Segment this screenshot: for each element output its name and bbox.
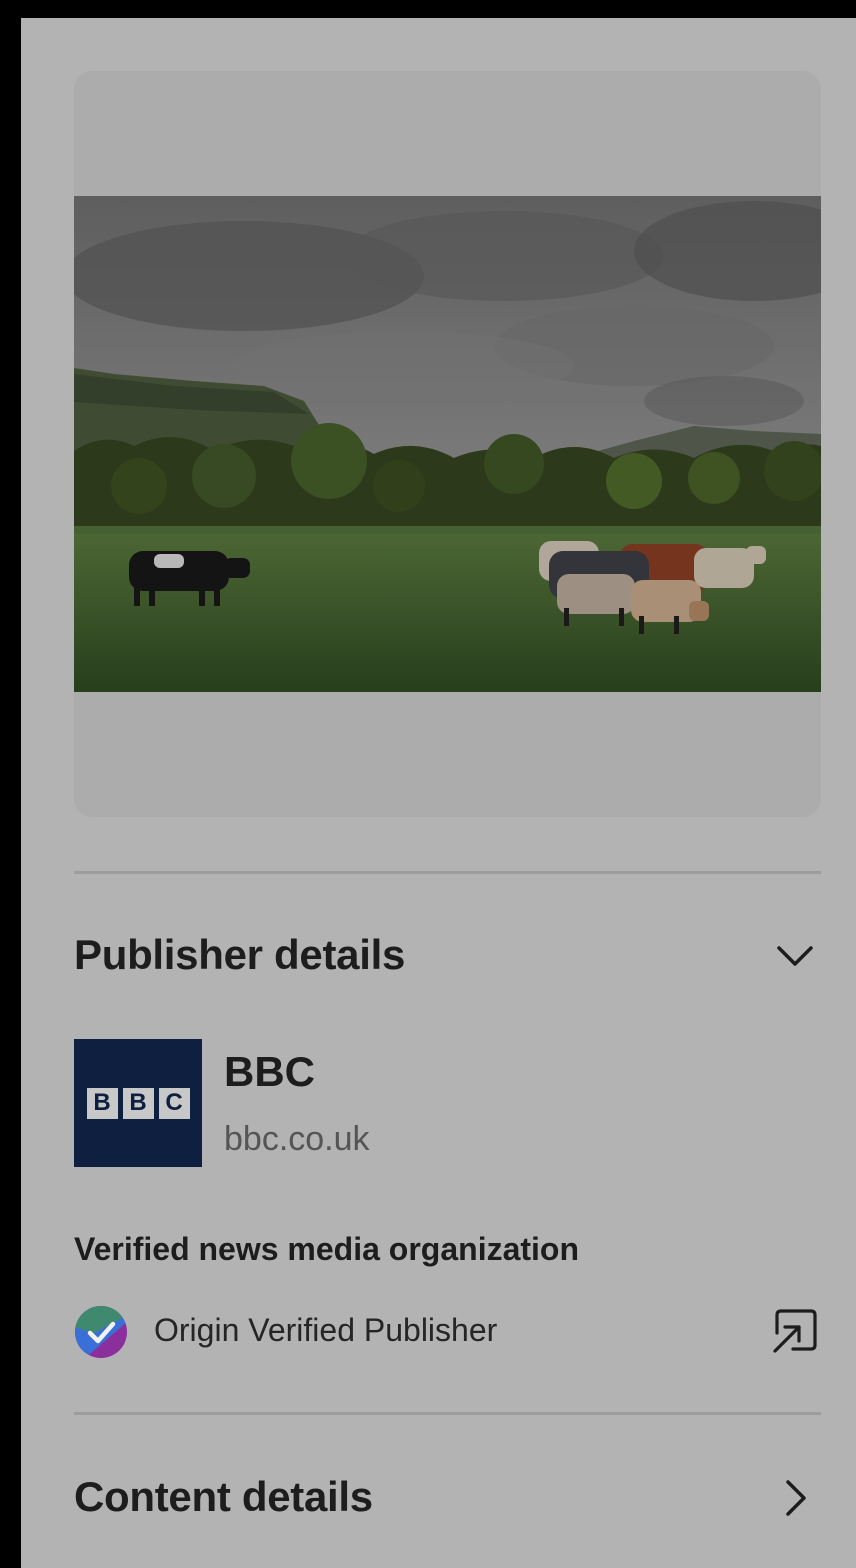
content-details-title[interactable]: Content details: [74, 1473, 373, 1521]
image-preview-card[interactable]: [74, 71, 821, 817]
logo-letter-block: B: [86, 1087, 118, 1119]
publisher-domain: bbc.co.uk: [224, 1120, 370, 1158]
photo-thumbnail: [74, 196, 821, 692]
verification-heading: Verified news media organization: [74, 1231, 580, 1267]
publisher-logo: B B C: [74, 1039, 202, 1167]
external-link-icon[interactable]: [769, 1307, 819, 1357]
logo-letter-block: B: [122, 1087, 154, 1119]
section-divider: [74, 871, 821, 874]
origin-verified-label: Origin Verified Publisher: [154, 1312, 498, 1348]
verified-check-badge-icon: [75, 1306, 127, 1358]
chevron-right-icon[interactable]: [773, 1476, 817, 1520]
section-divider: [74, 1412, 821, 1415]
content-credentials-panel: Publisher details B B C BBC bbc.co.uk Ve…: [21, 18, 856, 1568]
publisher-name: BBC: [224, 1048, 315, 1095]
chevron-down-icon[interactable]: [773, 934, 817, 978]
publisher-details-title[interactable]: Publisher details: [74, 931, 405, 979]
logo-letter-block: C: [158, 1087, 190, 1119]
